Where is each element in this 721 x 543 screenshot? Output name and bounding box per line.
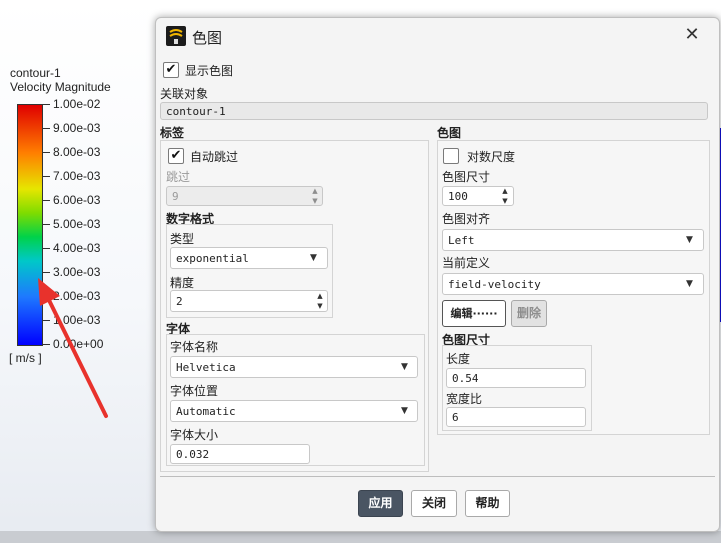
skip-stepper: 9 [166, 186, 323, 206]
skip-spinner: ▲ ▼ [309, 186, 321, 206]
show-colormap-label: 显示色图 [185, 64, 234, 78]
legend-tick [42, 128, 50, 129]
aspect-value: 6 [452, 411, 459, 424]
font-name-select[interactable]: Helvetica [170, 356, 418, 378]
legend-tick [42, 104, 50, 105]
format-type-select[interactable]: exponential [170, 247, 328, 269]
font-size-value: 0.032 [176, 448, 210, 461]
legend-tick [42, 248, 50, 249]
current-def-value: field-velocity [448, 278, 541, 291]
apply-button[interactable]: 应用 [358, 490, 403, 517]
assoc-object-label: 关联对象 [160, 87, 209, 101]
spin-up-icon[interactable]: ▲ [499, 186, 511, 196]
legend-tick-label: 9.00e-03 [53, 121, 101, 135]
font-position-label: 字体位置 [170, 384, 219, 398]
log-scale-checkbox[interactable] [443, 148, 459, 164]
colormap-section-title: 色图 [437, 126, 462, 140]
precision-spinner[interactable]: ▲ ▼ [314, 291, 326, 311]
format-type-value: exponential [176, 252, 249, 265]
legend-title: contour-1 [10, 66, 61, 80]
font-name-label: 字体名称 [170, 340, 219, 354]
legend-tick [42, 152, 50, 153]
chevron-down-icon: ▼ [401, 406, 408, 416]
dialog-separator [160, 476, 715, 477]
font-name-value: Helvetica [176, 361, 236, 374]
colormap-size-value: 100 [448, 190, 468, 203]
legend-tick-label: 4.00e-03 [53, 241, 101, 255]
close-icon[interactable]: ✕ [683, 26, 701, 44]
current-def-label: 当前定义 [442, 256, 491, 270]
legend-subtitle: Velocity Magnitude [10, 80, 111, 94]
font-position-value: Automatic [176, 405, 236, 418]
log-scale-label: 对数尺度 [467, 150, 516, 164]
colormap-dialog: 色图 ✕ ✔ 显示色图 关联对象 contour-1 标签 ✔ 自动跳过 跳过 … [155, 17, 720, 532]
labels-section-title: 标签 [160, 126, 185, 140]
length-label: 长度 [446, 352, 471, 366]
spin-down-icon[interactable]: ▼ [314, 301, 326, 311]
skip-label: 跳过 [166, 170, 191, 184]
chevron-down-icon: ▼ [401, 362, 408, 372]
dialog-titlebar[interactable]: 色图 ✕ [156, 18, 719, 55]
dialog-title: 色图 [192, 29, 223, 47]
assoc-object-field: contour-1 [160, 102, 708, 120]
help-button[interactable]: 帮助 [465, 490, 510, 517]
colormap-align-select[interactable]: Left [442, 229, 704, 251]
colormap-align-label: 色图对齐 [442, 212, 491, 226]
background-bottom-strip [0, 531, 721, 543]
delete-button: 删除 [511, 300, 547, 327]
spin-up-icon: ▲ [312, 187, 318, 195]
format-type-label: 类型 [170, 232, 195, 246]
aspect-label: 宽度比 [446, 392, 483, 406]
chevron-down-icon: ▼ [686, 235, 693, 245]
colormap-size-spinner[interactable]: ▲ ▼ [499, 186, 511, 206]
annotation-arrow [38, 278, 108, 418]
current-def-select[interactable]: field-velocity [442, 273, 704, 295]
colormap-align-value: Left [448, 234, 475, 247]
legend-tick [42, 200, 50, 201]
chevron-down-icon: ▼ [686, 279, 693, 289]
app-icon [166, 26, 186, 46]
legend-tick [42, 176, 50, 177]
precision-label: 精度 [170, 276, 195, 290]
spin-up-icon[interactable]: ▲ [314, 291, 326, 301]
aspect-input[interactable]: 6 [446, 407, 586, 427]
font-position-select[interactable]: Automatic [170, 400, 418, 422]
show-colormap-checkbox[interactable]: ✔ [163, 62, 179, 78]
skip-value: 9 [172, 190, 179, 203]
legend-tick-label: 7.00e-03 [53, 169, 101, 183]
auto-skip-checkbox[interactable]: ✔ [168, 148, 184, 164]
spin-down-icon: ▼ [312, 197, 318, 205]
precision-stepper[interactable]: 2 [170, 290, 328, 312]
legend-tick-label: 8.00e-03 [53, 145, 101, 159]
legend-tick-label: 5.00e-03 [53, 217, 101, 231]
auto-skip-label: 自动跳过 [190, 150, 239, 164]
precision-value: 2 [176, 295, 183, 308]
font-size-label: 字体大小 [170, 428, 219, 442]
legend-tick-label: 6.00e-03 [53, 193, 101, 207]
close-button[interactable]: 关闭 [411, 490, 457, 517]
length-value: 0.54 [452, 372, 479, 385]
edit-button[interactable]: 编辑······ [442, 300, 506, 327]
checkmark-icon: ✔ [165, 62, 177, 77]
length-input[interactable]: 0.54 [446, 368, 586, 388]
colormap-size-label: 色图尺寸 [442, 170, 491, 184]
font-size-input[interactable]: 0.032 [170, 444, 310, 464]
spin-down-icon[interactable]: ▼ [499, 196, 511, 206]
checkmark-icon: ✔ [170, 148, 182, 163]
legend-tick [42, 224, 50, 225]
legend-tick-label: 1.00e-02 [53, 97, 101, 111]
chevron-down-icon: ▼ [310, 253, 317, 263]
